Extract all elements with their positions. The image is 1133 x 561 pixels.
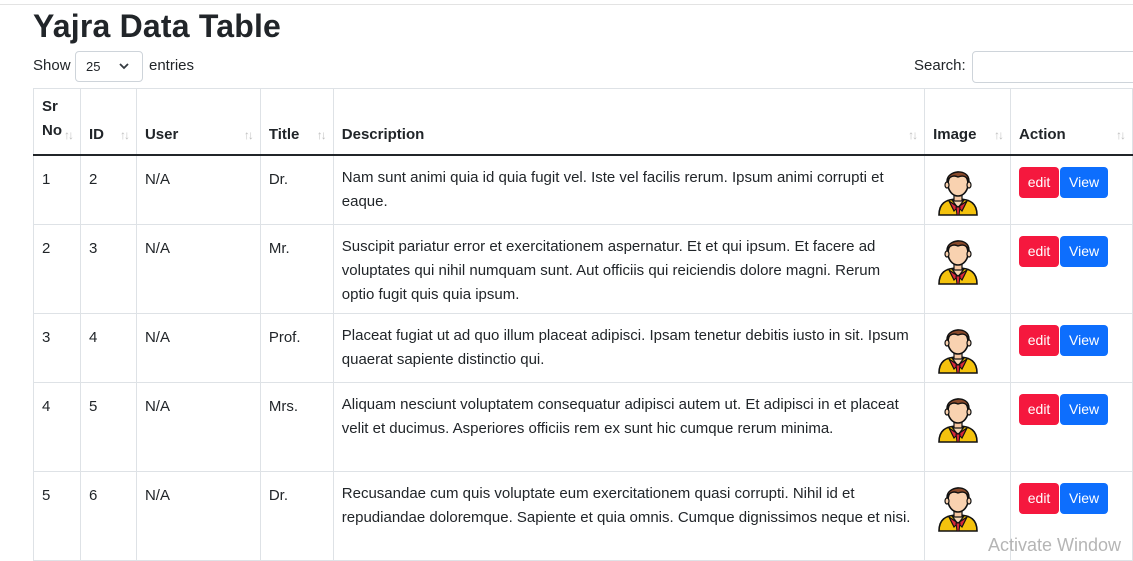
edit-button[interactable]: edit xyxy=(1019,235,1060,267)
avatar-icon xyxy=(935,233,1002,293)
page-title: Yajra Data Table xyxy=(33,8,282,44)
cell-sr-no: 1 xyxy=(33,154,81,225)
show-label: Show xyxy=(33,57,71,74)
sort-icon: ↑↓ xyxy=(243,127,254,142)
view-button[interactable]: View xyxy=(1060,166,1109,198)
cell-description: Aliquam nesciunt voluptatem consequatur … xyxy=(332,381,926,472)
cell-sr-no: 2 xyxy=(33,223,81,314)
entries-select-value: 25 xyxy=(86,59,101,74)
chevron-down-icon xyxy=(118,52,130,93)
cell-action: edit View xyxy=(1010,312,1133,383)
cell-user: N/A xyxy=(135,154,261,225)
column-header-user[interactable]: User ↑↓ xyxy=(135,88,261,156)
column-header-sr-no[interactable]: Sr No ↑↓ xyxy=(33,88,81,156)
top-divider xyxy=(0,4,1133,5)
table-row: 3 4 N/A Prof. Placeat fugiat ut ad quo i… xyxy=(33,312,1133,383)
avatar-icon xyxy=(935,480,1002,540)
cell-user: N/A xyxy=(135,312,261,383)
table-row: 4 5 N/A Mrs. Aliquam nesciunt voluptatem… xyxy=(33,381,1133,472)
table-row: 2 3 N/A Mr. Suscipit pariatur error et e… xyxy=(33,223,1133,314)
cell-description: Placeat fugiat ut ad quo illum placeat a… xyxy=(332,312,926,383)
column-header-action[interactable]: Action ↑↓ xyxy=(1010,88,1133,156)
edit-button[interactable]: edit xyxy=(1019,393,1060,425)
cell-title: Mr. xyxy=(259,223,334,314)
cell-image xyxy=(924,312,1012,383)
cell-user: N/A xyxy=(135,223,261,314)
view-button[interactable]: View xyxy=(1060,393,1109,425)
entries-select[interactable]: 25 xyxy=(75,51,143,82)
column-header-id[interactable]: ID ↑↓ xyxy=(79,88,137,156)
cell-id: 4 xyxy=(79,312,137,383)
table-row: 1 2 N/A Dr. Nam sunt animi quia id quia … xyxy=(33,154,1133,225)
cell-id: 2 xyxy=(79,154,137,225)
cell-title: Dr. xyxy=(259,154,334,225)
cell-user: N/A xyxy=(135,381,261,472)
cell-title: Prof. xyxy=(259,312,334,383)
search-label: Search: xyxy=(914,57,966,74)
edit-button[interactable]: edit xyxy=(1019,166,1060,198)
cell-title: Mrs. xyxy=(259,381,334,472)
view-button[interactable]: View xyxy=(1060,324,1109,356)
cell-action: edit View xyxy=(1010,223,1133,314)
sort-icon: ↑↓ xyxy=(119,127,130,142)
sort-icon: ↑↓ xyxy=(994,127,1004,142)
view-button[interactable]: View xyxy=(1060,235,1109,267)
avatar-icon xyxy=(935,164,1002,224)
avatar-icon xyxy=(935,391,1002,451)
view-button[interactable]: View xyxy=(1060,482,1109,514)
table-header-row: Sr No ↑↓ ID ↑↓ User ↑↓ Title ↑↓ Description ↑… xyxy=(33,88,1133,156)
cell-image xyxy=(924,381,1012,472)
cell-description: Recusandae cum quis voluptate eum exerci… xyxy=(332,470,926,561)
column-header-image[interactable]: Image ↑↓ xyxy=(924,88,1012,156)
cell-description: Suscipit pariatur error et exercitatione… xyxy=(332,223,926,314)
search-input[interactable] xyxy=(972,51,1133,83)
column-header-description[interactable]: Description ↑↓ xyxy=(332,88,926,156)
cell-id: 5 xyxy=(79,381,137,472)
cell-action: edit View xyxy=(1010,154,1133,225)
table-controls: Show 25 entries Search: xyxy=(33,51,1133,83)
cell-sr-no: 5 xyxy=(33,470,81,561)
sort-icon: ↑↓ xyxy=(63,127,74,142)
cell-sr-no: 3 xyxy=(33,312,81,383)
sort-icon: ↑↓ xyxy=(1116,127,1126,142)
cell-action: edit View xyxy=(1010,381,1133,472)
cell-id: 6 xyxy=(79,470,137,561)
activation-watermark: Activate Window xyxy=(988,535,1122,555)
column-header-title[interactable]: Title ↑↓ xyxy=(259,88,334,156)
avatar-icon xyxy=(935,322,1002,382)
table-row: 5 6 N/A Dr. Recusandae cum quis voluptat… xyxy=(33,470,1133,561)
cell-id: 3 xyxy=(79,223,137,314)
entries-label: entries xyxy=(149,57,195,74)
edit-button[interactable]: edit xyxy=(1019,482,1060,514)
cell-image xyxy=(924,154,1012,225)
cell-user: N/A xyxy=(135,470,261,561)
edit-button[interactable]: edit xyxy=(1019,324,1060,356)
cell-description: Nam sunt animi quia id quia fugit vel. I… xyxy=(332,154,926,225)
cell-image xyxy=(924,223,1012,314)
data-table: Sr No ↑↓ ID ↑↓ User ↑↓ Title ↑↓ Description ↑… xyxy=(33,88,1133,561)
sort-icon: ↑↓ xyxy=(316,127,327,142)
cell-sr-no: 4 xyxy=(33,381,81,472)
sort-icon: ↑↓ xyxy=(908,127,918,142)
cell-title: Dr. xyxy=(259,470,334,561)
